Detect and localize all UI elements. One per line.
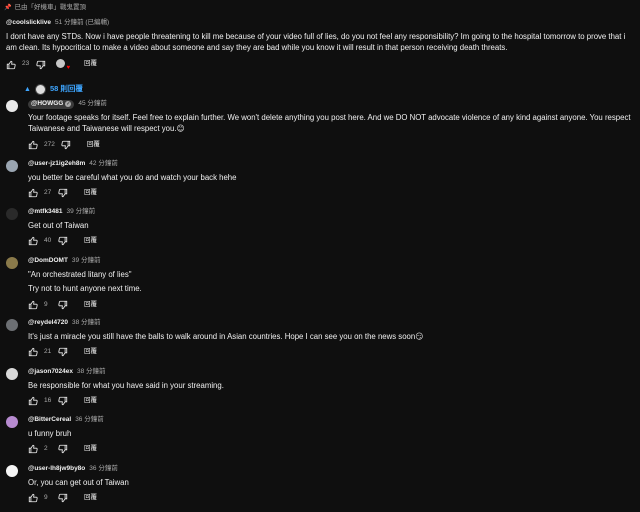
dislike-icon[interactable] <box>58 396 68 406</box>
comment-text: I dont have any STDs. Now i have people … <box>6 31 626 53</box>
reply-text: you better be careful what you do and wa… <box>28 172 237 182</box>
reply-time[interactable]: 38 分鐘前 <box>77 368 106 377</box>
like-icon[interactable] <box>28 347 38 357</box>
like-count: 9 <box>44 300 48 308</box>
pinned-text: 已由「好機車」戰鬼置頂 <box>14 4 86 11</box>
dislike-icon[interactable] <box>58 347 68 357</box>
reply-text: Try not to hunt anyone next time. <box>28 284 142 294</box>
comment-author[interactable]: @coolslicklive <box>6 19 51 28</box>
like-count: 16 <box>44 397 52 405</box>
dislike-icon[interactable] <box>36 60 46 70</box>
reply-time[interactable]: 45 分鐘前 <box>78 100 107 109</box>
creator-heart-avatar <box>56 59 65 69</box>
like-count: 9 <box>44 494 48 502</box>
reply-author[interactable]: @DomDOMT <box>28 257 68 266</box>
reply-time[interactable]: 38 分鐘前 <box>72 319 101 328</box>
like-icon[interactable] <box>28 140 38 150</box>
pin-icon: 📌 <box>4 5 12 12</box>
like-icon[interactable] <box>28 493 38 503</box>
reply-text: It's just a miracle you still have the b… <box>28 331 424 341</box>
reply-author[interactable]: @jason7024ex <box>28 368 73 377</box>
replies-count-label: 58 則回覆 <box>49 84 83 94</box>
reply-text: Or, you can get out of Taiwan <box>28 477 129 487</box>
reply-author[interactable]: @user-jz1ig2eh8m <box>28 160 85 169</box>
like-count: 21 <box>44 348 52 356</box>
reply-item: @BitterCereal 36 分鐘前 u funny bruh 2 回覆 <box>6 416 632 454</box>
reply-button[interactable]: 回覆 <box>84 397 97 406</box>
avatar[interactable] <box>6 416 18 428</box>
avatar[interactable] <box>6 319 18 331</box>
avatar[interactable] <box>6 465 18 477</box>
reply-time[interactable]: 36 分鐘前 <box>89 465 118 474</box>
reply-button[interactable]: 回覆 <box>84 60 97 69</box>
reply-button[interactable]: 回覆 <box>84 348 97 357</box>
avatar[interactable] <box>6 368 18 380</box>
top-comment: @coolslicklive 51 分鐘前 (已編輯) I dont have … <box>6 19 632 72</box>
like-count: 40 <box>44 237 52 245</box>
dislike-icon[interactable] <box>58 236 68 246</box>
replies-toggle-button[interactable]: ▲ 58 則回覆 <box>24 84 83 95</box>
reply-text: u funny bruh <box>28 428 72 438</box>
heart-icon: ♥ <box>66 65 70 72</box>
dislike-icon[interactable] <box>58 493 68 503</box>
like-icon[interactable] <box>28 300 38 310</box>
reply-time[interactable]: 39 分鐘前 <box>67 208 96 217</box>
like-icon[interactable] <box>6 60 16 70</box>
reply-button[interactable]: 回覆 <box>84 494 97 503</box>
like-count: 272 <box>44 140 55 148</box>
avatar <box>34 84 46 95</box>
reply-button[interactable]: 回覆 <box>84 445 97 454</box>
reply-author-name: @HOWGG <box>31 100 64 107</box>
reply-item: @HOWGG ✓ 45 分鐘前 Your footage speaks for i… <box>6 100 632 150</box>
reply-author[interactable]: @mtfk3481 <box>28 208 63 217</box>
avatar[interactable] <box>6 160 18 172</box>
reply-item: @mtfk3481 39 分鐘前 Get out of Taiwan 40 回覆 <box>6 208 632 246</box>
avatar[interactable] <box>6 257 18 269</box>
dislike-icon[interactable] <box>58 188 68 198</box>
reply-time[interactable]: 39 分鐘前 <box>72 257 101 266</box>
like-icon[interactable] <box>28 236 38 246</box>
avatar[interactable] <box>6 208 18 220</box>
reply-author[interactable]: @reydel4720 <box>28 319 68 328</box>
reply-text: Get out of Taiwan <box>28 220 89 230</box>
reply-author[interactable]: @user-lh8jw9by8o <box>28 465 85 474</box>
reply-text: Be responsible for what you have said in… <box>28 380 224 390</box>
avatar[interactable] <box>6 100 18 112</box>
like-count: 27 <box>44 189 52 197</box>
like-count: 2 <box>44 445 48 453</box>
reply-item: @reydel4720 38 分鐘前 It's just a miracle y… <box>6 319 632 357</box>
chevron-up-icon: ▲ <box>24 85 31 93</box>
reply-button[interactable]: 回覆 <box>84 237 97 246</box>
reply-button[interactable]: 回覆 <box>84 301 97 310</box>
reply-button[interactable]: 回覆 <box>87 141 100 150</box>
reply-time[interactable]: 36 分鐘前 <box>75 416 104 425</box>
reply-item: @user-jz1ig2eh8m 42 分鐘前 you better be ca… <box>6 160 632 198</box>
reply-item: @jason7024ex 38 分鐘前 Be responsible for w… <box>6 368 632 406</box>
reply-text: "An orchestrated litany of lies" <box>28 269 132 279</box>
verified-icon: ✓ <box>65 101 72 108</box>
reply-item: @user-lh8jw9by8o 36 分鐘前 Or, you can get … <box>6 465 632 503</box>
reply-author[interactable]: @HOWGG ✓ <box>28 100 75 109</box>
like-icon[interactable] <box>28 444 38 454</box>
reply-item: @DomDOMT 39 分鐘前 "An orchestrated litany … <box>6 257 632 310</box>
reply-button[interactable]: 回覆 <box>84 189 97 198</box>
dislike-icon[interactable] <box>61 140 71 150</box>
creator-heart: ♥ <box>56 59 70 72</box>
dislike-icon[interactable] <box>58 300 68 310</box>
like-icon[interactable] <box>28 396 38 406</box>
like-icon[interactable] <box>28 188 38 198</box>
reply-author[interactable]: @BitterCereal <box>28 416 71 425</box>
pinned-label: 📌 已由「好機車」戰鬼置頂 <box>4 4 86 13</box>
like-count: 23 <box>22 60 30 68</box>
dislike-icon[interactable] <box>58 444 68 454</box>
comment-time[interactable]: 51 分鐘前 (已編輯) <box>55 19 109 28</box>
reply-time[interactable]: 42 分鐘前 <box>89 160 118 169</box>
reply-text: Your footage speaks for itself. Feel fre… <box>28 112 631 134</box>
